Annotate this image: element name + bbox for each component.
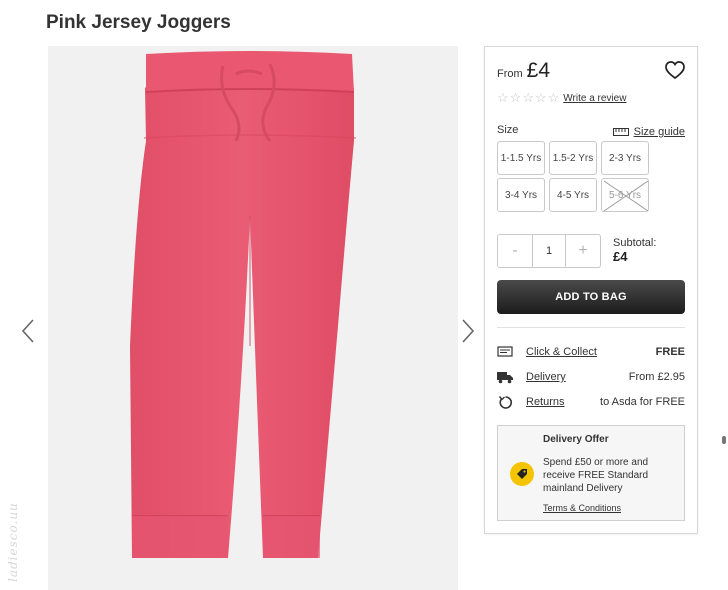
star-icon: ☆: [534, 90, 547, 105]
quantity-input[interactable]: 1: [532, 235, 566, 267]
click-collect-value: FREE: [655, 346, 685, 358]
delivery-offer-text: Spend £50 or more and receive FREE Stand…: [543, 457, 649, 494]
size-guide-link[interactable]: Size guide: [612, 126, 685, 138]
price-value: £4: [526, 59, 551, 82]
delivery-value: From £2.95: [628, 371, 685, 383]
page-title: Pink Jersey Joggers: [46, 12, 231, 33]
rating-row: ☆ ☆ ☆ ☆ ☆ Write a review: [497, 91, 626, 105]
star-icon: ☆: [522, 90, 534, 105]
subtotal: Subtotal: £4: [613, 237, 656, 263]
quantity-increase-button[interactable]: +: [566, 235, 600, 267]
service-click-collect: Click & Collect FREE: [497, 343, 685, 361]
unavailable-cross-icon: [603, 180, 649, 212]
click-collect-link[interactable]: Click & Collect: [526, 346, 656, 358]
star-rating: ☆ ☆ ☆ ☆ ☆: [497, 91, 559, 105]
price-prefix: From: [497, 68, 523, 80]
delivery-offer-box: Delivery Offer Spend £50 or more and rec…: [497, 425, 685, 521]
size-label: Size: [497, 124, 519, 136]
quantity-decrease-button[interactable]: -: [498, 235, 532, 267]
returns-link[interactable]: Returns: [526, 396, 600, 408]
size-option-1.5-2[interactable]: 1.5-2 Yrs: [549, 141, 597, 175]
click-collect-icon: [497, 344, 513, 360]
write-review-link[interactable]: Write a review: [563, 93, 626, 104]
size-option-4-5[interactable]: 4-5 Yrs: [549, 178, 597, 212]
terms-conditions-link[interactable]: Terms & Conditions: [543, 503, 621, 513]
next-image-arrow-icon[interactable]: [460, 318, 476, 344]
purchase-panel: From £4 ☆ ☆ ☆ ☆ ☆ Write a review Size Si…: [484, 46, 698, 534]
star-icon: ☆: [547, 90, 560, 105]
wishlist-heart-icon[interactable]: [665, 61, 685, 80]
delivery-link[interactable]: Delivery: [526, 371, 629, 383]
size-option-5-6-unavailable: 5-6 Yrs: [601, 178, 649, 212]
ruler-icon: [612, 128, 629, 136]
service-delivery: Delivery From £2.95: [497, 368, 685, 386]
divider: [497, 327, 685, 328]
product-image: [48, 46, 458, 590]
previous-image-arrow-icon[interactable]: [20, 318, 36, 344]
scroll-indicator: [722, 436, 726, 444]
size-option-3-4[interactable]: 3-4 Yrs: [497, 178, 545, 212]
star-icon: ☆: [497, 90, 509, 105]
returns-value: to Asda for FREE: [600, 396, 685, 408]
subtotal-value: £4: [613, 249, 628, 264]
star-icon: ☆: [509, 90, 522, 105]
size-option-1-1.5[interactable]: 1-1.5 Yrs: [497, 141, 545, 175]
add-to-bag-button[interactable]: ADD TO BAG: [497, 280, 685, 314]
service-returns: Returns to Asda for FREE: [497, 393, 685, 411]
size-option-2-3[interactable]: 2-3 Yrs: [601, 141, 649, 175]
price-tag-icon: [510, 462, 534, 486]
returns-icon: [497, 394, 513, 410]
watermark: ladiesco.uu: [6, 502, 20, 582]
delivery-offer-title: Delivery Offer: [543, 434, 609, 445]
delivery-truck-icon: [497, 369, 513, 385]
size-guide-label: Size guide: [633, 126, 685, 138]
quantity-stepper: - 1 +: [497, 234, 601, 268]
price-row: From £4: [497, 59, 550, 83]
